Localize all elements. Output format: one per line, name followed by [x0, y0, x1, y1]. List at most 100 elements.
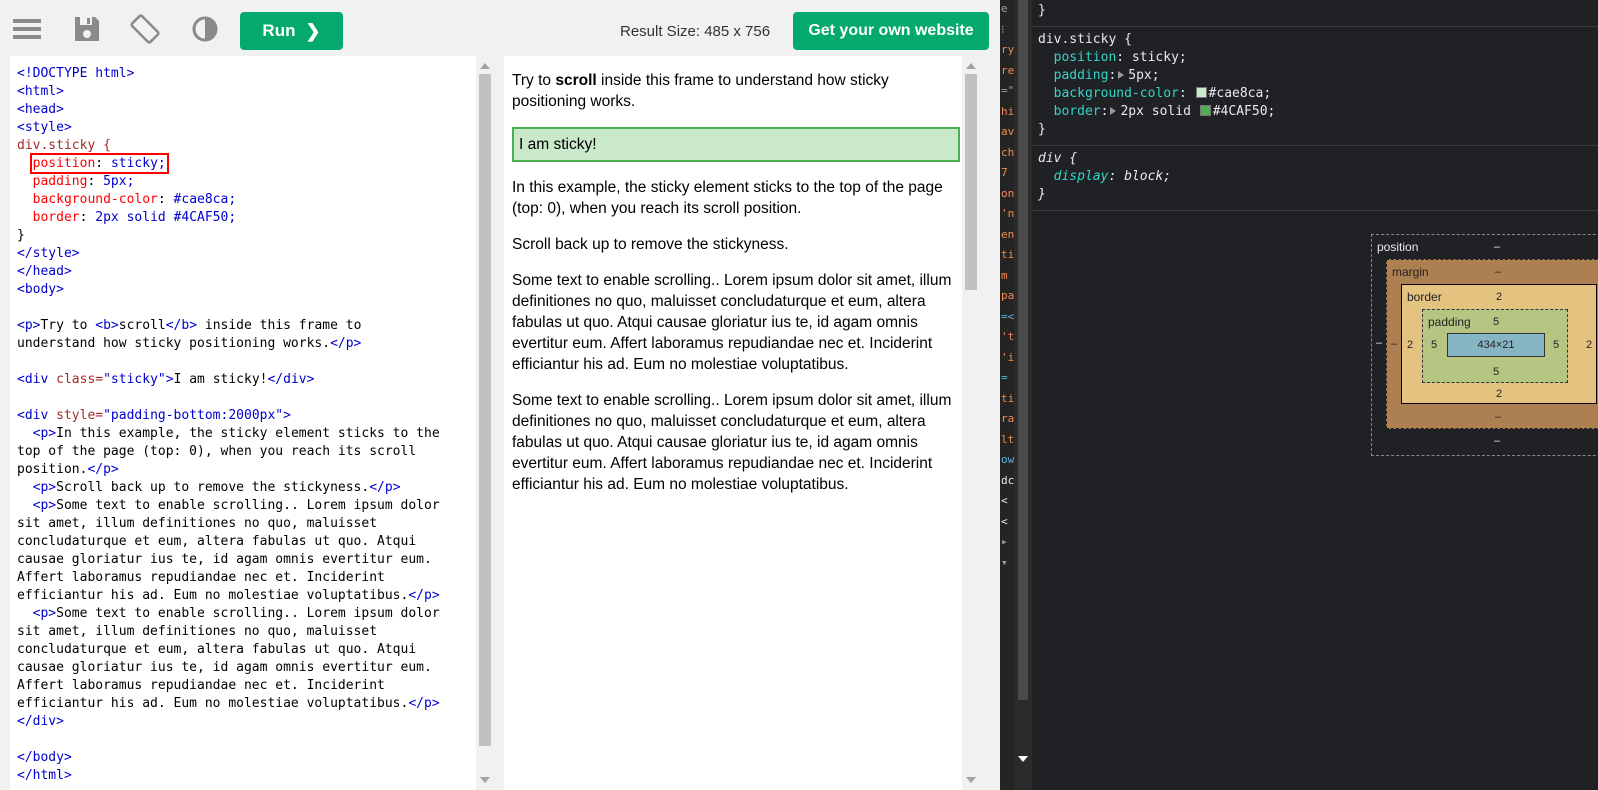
property-value[interactable]: #cae8ca; — [1209, 86, 1272, 101]
elements-tree-fragment[interactable]: = — [1001, 371, 1008, 384]
box-content[interactable]: 434×21 — [1447, 333, 1545, 357]
scroll-up-icon[interactable] — [480, 63, 490, 69]
intro-bold: scroll — [555, 72, 597, 89]
declaration-display: display: block; — [1053, 169, 1172, 184]
style-rule-div-sticky[interactable]: div.sticky { position: sticky; padding: 5… — [1032, 27, 1598, 146]
contrast-icon[interactable] — [190, 14, 220, 44]
property-name[interactable]: padding — [1054, 68, 1109, 83]
position-bottom[interactable]: – — [1494, 435, 1500, 447]
border-top[interactable]: 2 — [1496, 291, 1502, 303]
elements-tree-fragment[interactable]: 'i — [1001, 351, 1014, 364]
border-right[interactable]: 2 — [1586, 339, 1592, 351]
property-value[interactable]: 5px; — [1128, 68, 1159, 83]
elements-tree-fragment[interactable]: pa — [1001, 289, 1014, 302]
elements-tree-fragment[interactable]: en — [1001, 228, 1014, 241]
margin-bottom[interactable]: – — [1495, 411, 1501, 423]
rotate-icon[interactable] — [130, 14, 160, 44]
elements-tree-fragment[interactable]: re — [1001, 64, 1014, 77]
elements-tree-fragment[interactable]: < — [1001, 494, 1008, 507]
declaration-padding[interactable]: padding: 5px; — [1038, 67, 1592, 85]
code-text[interactable]: <!DOCTYPE html> <html> <head> <style> di… — [17, 65, 440, 785]
property-name[interactable]: background-color — [1054, 86, 1179, 101]
property-name[interactable]: border — [1054, 104, 1101, 119]
scroll-up-icon[interactable] — [966, 63, 976, 69]
code-token: style= — [56, 408, 104, 423]
position-top[interactable]: – — [1494, 241, 1500, 253]
style-rule: } — [1032, 0, 1598, 27]
elements-tree-fragment[interactable]: ch — [1001, 146, 1014, 159]
property-name[interactable]: position — [1054, 50, 1117, 65]
elements-scroll-thumb[interactable] — [1018, 0, 1028, 700]
result-scrollbar[interactable] — [962, 56, 980, 790]
code-editor[interactable]: <!DOCTYPE html> <html> <head> <style> di… — [10, 56, 494, 790]
elements-tree-fragment[interactable]: ⁝ — [1001, 23, 1005, 36]
expand-triangle-icon[interactable] — [1110, 107, 1117, 115]
property-value[interactable]: sticky; — [1124, 50, 1187, 65]
elements-tree-fragment[interactable]: ▸ — [1001, 535, 1008, 548]
property-value[interactable]: #4CAF50; — [1213, 104, 1276, 119]
elements-tree-fragment[interactable]: ti — [1001, 392, 1014, 405]
code-token: efficiantur his ad. Eum no molestiae vol… — [17, 696, 409, 711]
elements-scrollbar[interactable] — [1014, 0, 1032, 790]
border-bottom[interactable]: 2 — [1496, 388, 1502, 400]
elements-tree-fragment[interactable]: ▾ — [1001, 556, 1008, 569]
declaration-background-color[interactable]: background-color: #cae8ca; — [1038, 85, 1592, 103]
elements-tree-fragment[interactable]: m — [1001, 269, 1008, 282]
get-your-own-website-button[interactable]: Get your own website — [793, 12, 989, 50]
scroll-down-icon[interactable] — [966, 777, 976, 783]
expand-triangle-icon[interactable] — [1118, 71, 1125, 79]
border-left[interactable]: 2 — [1407, 339, 1413, 351]
code-token: efficiantur his ad. Eum no molestiae vol… — [17, 588, 409, 603]
elements-tree-fragment[interactable]: e — [1001, 2, 1008, 15]
run-button[interactable]: Run ❯ — [240, 12, 343, 50]
elements-tree-fragment[interactable]: =" — [1001, 84, 1014, 97]
scroll-down-icon[interactable] — [480, 777, 490, 783]
elements-tree-fragment[interactable]: dc — [1001, 474, 1014, 487]
declaration-position[interactable]: position: sticky; — [1038, 49, 1592, 67]
padding-right[interactable]: 5 — [1553, 339, 1559, 351]
styles-pane[interactable]: } div.sticky { position: sticky; padding… — [1032, 0, 1598, 790]
property-value[interactable]: 2px solid — [1120, 104, 1198, 119]
padding-bottom[interactable]: 5 — [1493, 366, 1499, 378]
code-token: border — [32, 210, 80, 225]
elements-tree-fragment[interactable]: hi — [1001, 105, 1014, 118]
elements-tree-fragment[interactable]: < — [1001, 515, 1008, 528]
code-token: </p> — [87, 462, 119, 477]
property-value: block; — [1116, 169, 1172, 184]
code-token: #cae8ca; — [173, 192, 237, 207]
rule-close: } — [1038, 122, 1046, 137]
code-scrollbar[interactable] — [476, 56, 494, 790]
save-icon[interactable] — [72, 14, 102, 44]
elements-tree-fragment[interactable]: ra — [1001, 412, 1014, 425]
result-scroll-thumb[interactable] — [965, 74, 977, 290]
elements-tree-fragment[interactable]: ti — [1001, 248, 1014, 261]
position-left[interactable]: – — [1376, 337, 1382, 349]
code-token: inside this frame to — [197, 318, 362, 333]
rule-selector[interactable]: div.sticky { — [1038, 31, 1592, 49]
padding-left[interactable]: 5 — [1431, 339, 1437, 351]
code-scroll-thumb[interactable] — [479, 74, 491, 746]
elements-tree-fragment[interactable]: 'n — [1001, 207, 1014, 220]
elements-tree-fragment[interactable]: av — [1001, 125, 1014, 138]
elements-tree-fragment[interactable]: ry — [1001, 43, 1014, 56]
elements-tree-fragment[interactable]: on — [1001, 187, 1014, 200]
elements-tree-clipped[interactable]: e ⁝ ry re =" hi av ch 7 on 'n en ti m pa =< 't 'i = ti ra lt… — [1000, 0, 1014, 790]
elements-tree-fragment[interactable]: ow — [1001, 453, 1014, 466]
declaration-border[interactable]: border: 2px solid #4CAF50; — [1038, 103, 1592, 121]
code-token: div.sticky { — [17, 138, 111, 153]
result-frame[interactable]: Try to scroll inside this frame to under… — [504, 56, 980, 790]
rule-selector: div { — [1038, 151, 1078, 166]
elements-tree-fragment[interactable]: =< — [1001, 310, 1014, 323]
code-token: </body> — [17, 750, 72, 765]
margin-top[interactable]: – — [1495, 266, 1501, 278]
menu-icon[interactable] — [12, 14, 42, 44]
scroll-down-icon[interactable] — [1018, 756, 1028, 762]
margin-left[interactable]: – — [1391, 338, 1397, 350]
padding-top[interactable]: 5 — [1493, 316, 1499, 328]
elements-tree-fragment[interactable]: 7 — [1001, 166, 1008, 179]
color-swatch-icon[interactable] — [1199, 105, 1211, 116]
elements-tree-fragment[interactable]: lt — [1001, 433, 1014, 446]
elements-tree-fragment[interactable]: 't — [1001, 330, 1014, 343]
pane-divider[interactable] — [494, 56, 504, 790]
color-swatch-icon[interactable] — [1195, 87, 1207, 98]
